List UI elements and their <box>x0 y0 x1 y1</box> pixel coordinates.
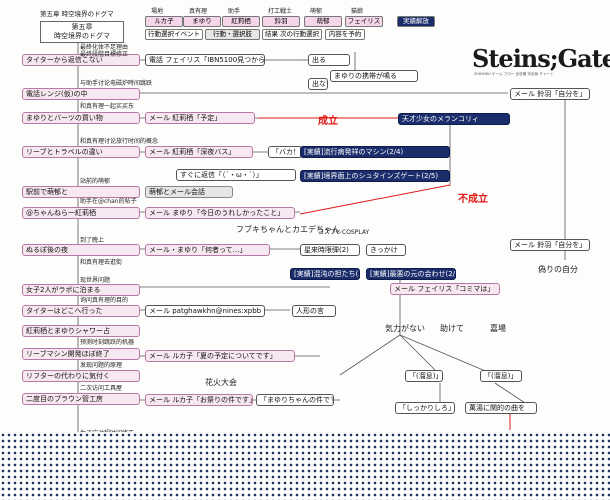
result-node: [実績]境界面上のシュタインズゲート(2/5) <box>300 170 450 182</box>
step-node: 女子2人がラボに泊まる <box>22 284 140 296</box>
legend-swatch: 鈴羽 <box>262 16 300 27</box>
step-node: リフターの代わりに気付く <box>22 370 140 382</box>
legend-action: 行動選択イベント <box>145 29 203 40</box>
mail-node: メール 紅莉栖「深夜バス」 <box>145 146 253 158</box>
mail-node: 「まゆりちゃんの件です」 <box>256 394 334 406</box>
step-caption: 站前的萌郁 <box>80 178 111 185</box>
result-node: 星来時限弾(2) <box>300 244 360 256</box>
legend-swatch: フェイリス <box>345 16 383 27</box>
dotted-overlay <box>0 432 610 500</box>
legend-caption: 助手 <box>228 8 241 15</box>
label-kaede: フブキちゃんとカエデちゃん <box>236 225 340 234</box>
step-caption: 最终段階目標修正 <box>80 51 129 58</box>
result-node: 天才少女のメランコリィ <box>398 113 510 125</box>
step-node: 電話レンジ(仮)の中 <box>22 88 140 100</box>
step-node: リーブマシン開発ほぼ終了 <box>22 348 140 360</box>
result-node: [実績]最悪の元の会わせ(2/2) <box>366 268 456 280</box>
step-caption: 现世界问题 <box>80 277 111 284</box>
step-caption: 和真有理讨论旅行时间的概念 <box>80 138 159 145</box>
result-node: 人形の言 <box>292 305 336 317</box>
step-caption: 和真有理去逛街 <box>80 259 123 266</box>
mail-node: 「バカ！」 <box>268 146 302 158</box>
chapter-title-box: 第五章 時空境界のドグマ <box>40 21 124 43</box>
label-gaman: 助けて <box>440 324 464 333</box>
mail-node: メール 鈴羽「自分を」 <box>510 88 590 100</box>
mail-node: すぐに返信「（´・ω・`）」 <box>176 169 296 181</box>
mail-node: 電話 フェイリス「IBN5100見つからない」 <box>145 54 265 66</box>
legend-swatch: 萌郁 <box>304 16 342 27</box>
result-node: 「(溜息)」 <box>480 370 522 382</box>
step-caption: 发现问题的原理 <box>80 362 123 369</box>
label-kotoba: 気力がない <box>385 324 425 333</box>
logo-subtitle: SHINOBU ゲーム フロー 全攻略 完全版 チャート <box>474 72 554 76</box>
legend-caption: 打工戦士 <box>268 8 293 15</box>
legend-swatch: まゆり <box>183 16 221 27</box>
legend-caption: 萌郁 <box>310 8 323 15</box>
label-seki: 偽りの自分 <box>538 265 578 274</box>
result-seiritsu: 成立 <box>318 116 338 127</box>
legend-caption: 猫娘 <box>351 8 364 15</box>
step-node: 駅前で萌郁と <box>22 186 140 198</box>
step-node: タイターはどこへ行った <box>22 305 140 317</box>
step-node: @ちゃんねら一紅莉栖 <box>22 207 140 219</box>
step-caption: 二次访问工具屋 <box>80 385 123 392</box>
step-caption: 到了晚上 <box>80 237 105 244</box>
step-node: まゆりとバーツの買い物 <box>22 112 140 124</box>
step-caption: 预测时刻跳跃的机器 <box>80 339 135 346</box>
legend-swatch: ルカ子 <box>145 16 183 27</box>
mail-node: メール 鈴羽「自分を」 <box>510 239 590 251</box>
chapter-header: 第五章 時空境界のドグマ 第五章 時空境界のドグマ <box>40 10 124 43</box>
step-node: 二度目のブラウン管工房 <box>22 393 140 405</box>
result-node: 「(溜息)」 <box>405 370 443 382</box>
result-node: 出る <box>308 54 350 66</box>
result-node: 「しっかりしろ」 <box>395 402 455 414</box>
step-node: ぬるぽ後の夜 <box>22 244 140 256</box>
chapter-caption: 第五章 時空境界のドグマ <box>40 10 114 18</box>
mail-node: メール フェイリス「コミマは」 <box>390 283 500 295</box>
label-hanabi: 花火大会 <box>205 378 237 387</box>
result-node: [実績]混沌の担たち(2/2) <box>290 268 360 280</box>
legend-swatch: 実績解放 <box>397 16 435 27</box>
step-caption: 与助手讨论电磁炉時间跳跃 <box>80 80 153 87</box>
mail-node: メール ルカ子「お祭りの件です」 <box>145 394 253 406</box>
step-caption: 助手在@chan的帖子 <box>80 198 137 205</box>
legend-caption: 場地 <box>151 8 164 15</box>
logo-title: Steins;Gate <box>472 44 610 73</box>
steins-gate-logo: Steins;Gate SHINOBU ゲーム フロー 全攻略 完全版 チャート <box>468 42 610 86</box>
legend-action: 行動・選択肢 <box>205 29 260 40</box>
step-node: リーブとトラベルの違い <box>22 146 140 158</box>
result-node: きっかけ <box>366 244 406 256</box>
result-fuseiritsu: 不成立 <box>458 194 488 205</box>
flowchart-stage: 第五章 時空境界のドグマ 第五章 時空境界のドグマ 場地 ルカ子 真有理 まゆり 助手紅… <box>0 0 610 500</box>
mail-node: メール patghawkhn@nines:xpbb <box>145 305 265 317</box>
legend-swatch: 紅莉栖 <box>222 16 260 27</box>
label-yamete: 嘉場 <box>490 324 506 333</box>
result-node: [実績]流行病発祥のマシン(2/4) <box>300 146 450 158</box>
legend-action: 内容を予約 <box>325 29 365 40</box>
mail-node: メール・まゆり「何者って…」 <box>145 244 270 256</box>
result-node: まゆりの携帯が鳴る <box>330 70 418 82</box>
result-node: 出ない <box>308 78 328 90</box>
chapter-title-text: 第五章 時空境界のドグマ <box>54 23 110 40</box>
legend-caption: 真有理 <box>189 8 208 15</box>
step-caption: 和真有理一起买买东 <box>80 103 135 110</box>
result-node: 萬湯に関的の曲を <box>465 402 537 414</box>
step-node: 紅莉栖とまゆりシャワー占 <box>22 325 140 337</box>
step-caption: 询问真有理的目的 <box>80 297 129 304</box>
mail-node: メール ルカ子「夏の予定についてです」 <box>145 350 295 362</box>
legend-action: 結果 次の行動選択 <box>262 29 322 40</box>
mail-node: メール まゆり「今日のうれしかったこと」 <box>145 207 295 219</box>
mail-node: 萌郁とメール会話 <box>145 186 233 198</box>
mail-node: メール 紅莉栖「予定」 <box>145 112 255 124</box>
